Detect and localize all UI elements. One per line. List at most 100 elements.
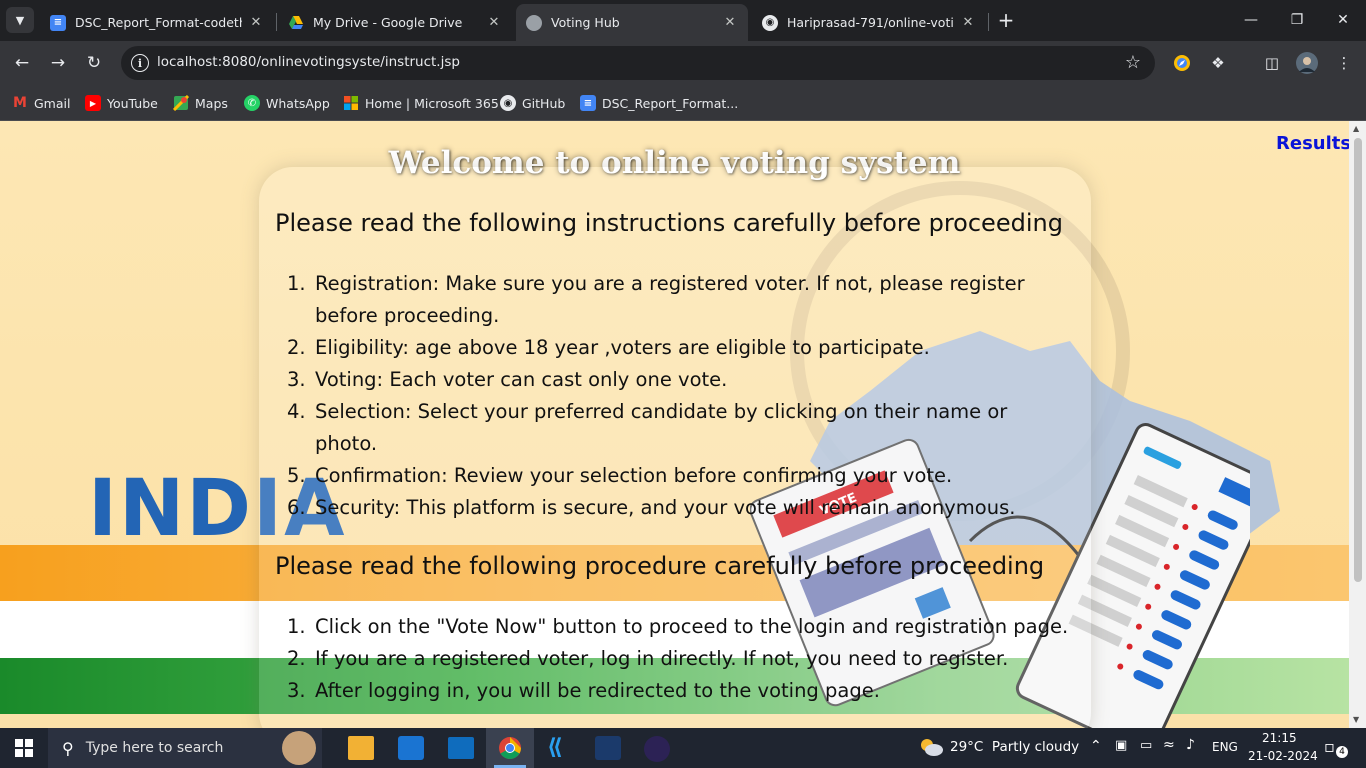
close-icon[interactable]: ✕ <box>960 15 976 31</box>
restore-button[interactable]: ❐ <box>1282 6 1312 34</box>
tab-search-button[interactable]: ▼ <box>6 7 34 33</box>
windows-icon <box>15 739 33 757</box>
list-item: 3. After logging in, you will be redirect… <box>287 679 880 702</box>
volume-icon[interactable]: ♪ <box>1186 737 1195 753</box>
taskbar-search[interactable]: ⚲ Type here to search <box>48 728 322 768</box>
bookmark-github[interactable]: ◉ GitHub <box>500 93 565 113</box>
instructions-list: 1. Registration: Make sure you are a regi… <box>275 268 1075 524</box>
bookmark-star-icon[interactable]: ☆ <box>1125 52 1141 73</box>
extensions-puzzle-icon[interactable]: ❖ <box>1206 51 1230 75</box>
eclipse-icon[interactable] <box>644 736 670 762</box>
info-icon[interactable]: i <box>131 54 149 72</box>
list-item: 6. Security: This platform is secure, and… <box>287 496 1016 519</box>
github-icon: ◉ <box>500 95 516 111</box>
close-window-button[interactable]: ✕ <box>1328 6 1358 34</box>
scroll-up-icon[interactable]: ▲ <box>1353 124 1359 133</box>
restore-icon: ❐ <box>1290 12 1304 28</box>
url-text[interactable]: localhost:8080/onlinevotingsyste/instruc… <box>157 54 460 70</box>
reload-icon: ↻ <box>86 53 102 73</box>
clock-date[interactable]: 21-02-2024 <box>1248 749 1318 763</box>
arrow-left-icon: ← <box>14 53 30 73</box>
maps-icon <box>173 95 189 111</box>
wifi-icon[interactable]: ≈ <box>1163 737 1175 753</box>
tab-voting-hub[interactable]: Voting Hub ✕ <box>516 4 748 41</box>
mail-icon[interactable] <box>448 737 474 759</box>
plus-icon: + <box>997 8 1015 32</box>
google-drive-icon <box>288 15 304 31</box>
meet-icon[interactable]: ▣ <box>1115 738 1127 753</box>
list-item: 5. Confirmation: Review your selection be… <box>287 464 953 487</box>
list-item: 1. Click on the "Vote Now" button to proc… <box>287 615 1069 638</box>
tab-github[interactable]: ◉ Hariprasad-791/online-voting-... ✕ <box>752 4 986 41</box>
tab-drive[interactable]: My Drive - Google Drive ✕ <box>278 4 512 41</box>
notifications-button[interactable]: ▫ 4 <box>1322 736 1348 760</box>
minimize-button[interactable]: — <box>1236 6 1266 34</box>
scrollbar-thumb[interactable] <box>1354 138 1362 582</box>
search-icon: ⚲ <box>62 738 74 758</box>
tab-docs[interactable]: ≡ DSC_Report_Format-codethan... ✕ <box>40 4 274 41</box>
reload-button[interactable]: ↻ <box>80 49 108 77</box>
chrome-taskbar-button[interactable] <box>486 728 534 768</box>
browser-toolbar: ← → ↻ i localhost:8080/onlinevotingsyste… <box>0 41 1366 85</box>
extension-compass-icon[interactable] <box>1170 51 1194 75</box>
weather-icon[interactable] <box>918 736 944 758</box>
close-icon[interactable]: ✕ <box>248 15 264 31</box>
bookmarks-bar: M Gmail ▶ YouTube Maps ✆ WhatsApp Home |… <box>0 85 1366 121</box>
close-icon: ✕ <box>1337 12 1349 28</box>
back-button[interactable]: ← <box>8 49 36 77</box>
scroll-down-icon[interactable]: ▼ <box>1353 715 1359 724</box>
globe-icon <box>526 14 542 31</box>
address-bar[interactable]: i localhost:8080/onlinevotingsyste/instr… <box>121 46 1155 80</box>
notification-icon: ▫ <box>1324 737 1335 756</box>
taskbar: ⚲ Type here to search ⟪ 29°C Partly clou… <box>0 728 1366 768</box>
side-panel-icon[interactable]: ◫ <box>1260 51 1284 75</box>
mysql-workbench-icon[interactable] <box>595 736 621 760</box>
instructions-card: Please read the following instructions c… <box>259 167 1091 728</box>
search-highlight-icon <box>282 731 316 765</box>
profile-avatar[interactable] <box>1295 51 1319 75</box>
gmail-icon: M <box>13 95 27 111</box>
google-docs-icon: ≡ <box>580 95 596 111</box>
minimize-icon: — <box>1244 12 1258 28</box>
list-item: 2. Eligibility: age above 18 year ,voters… <box>287 336 930 359</box>
bookmark-gmail[interactable]: M Gmail <box>12 93 70 113</box>
google-docs-icon: ≡ <box>50 14 66 31</box>
list-item: 2. If you are a registered voter, log in … <box>287 647 1009 670</box>
procedure-heading: Please read the following procedure care… <box>275 552 1045 580</box>
list-item: 4. Selection: Select your preferred candi… <box>287 400 1008 455</box>
start-button[interactable] <box>0 728 48 768</box>
chevron-down-icon: ▼ <box>15 13 25 27</box>
page-viewport: INDIA VOTE Results Welcome to online vot… <box>0 121 1349 728</box>
new-tab-button[interactable]: + <box>994 8 1018 32</box>
chevron-up-icon[interactable]: ⌃ <box>1090 738 1102 754</box>
menu-dots-icon[interactable]: ⋮ <box>1332 51 1356 75</box>
bookmark-youtube[interactable]: ▶ YouTube <box>85 93 158 113</box>
arrow-right-icon: → <box>50 53 66 73</box>
clock-time[interactable]: 21:15 <box>1262 731 1297 745</box>
instructions-heading: Please read the following instructions c… <box>275 209 1063 237</box>
youtube-icon: ▶ <box>85 95 101 111</box>
close-icon[interactable]: ✕ <box>722 15 738 31</box>
battery-icon[interactable]: ▭ <box>1140 738 1152 753</box>
forward-button[interactable]: → <box>44 49 72 77</box>
procedure-list: 1. Click on the "Vote Now" button to proc… <box>275 611 1075 707</box>
microsoft-icon <box>343 95 359 111</box>
language-indicator[interactable]: ENG <box>1212 740 1238 754</box>
weather-text[interactable]: 29°C Partly cloudy <box>950 739 1079 755</box>
page-scrollbar[interactable]: ▲ ▼ <box>1349 121 1366 728</box>
list-item: 3. Voting: Each voter can cast only one v… <box>287 368 728 391</box>
bookmark-microsoft-365[interactable]: Home | Microsoft 365 <box>343 93 499 113</box>
list-item: 1. Registration: Make sure you are a regi… <box>287 272 1025 327</box>
whatsapp-icon: ✆ <box>244 95 260 111</box>
bookmark-dsc-report[interactable]: ≡ DSC_Report_Format... <box>580 93 738 113</box>
chrome-icon <box>499 737 521 759</box>
bookmark-whatsapp[interactable]: ✆ WhatsApp <box>244 93 330 113</box>
notification-count: 4 <box>1336 746 1348 758</box>
close-icon[interactable]: ✕ <box>486 15 502 31</box>
tab-strip: ▼ ≡ DSC_Report_Format-codethan... ✕ My D… <box>0 0 1366 41</box>
file-explorer-icon[interactable] <box>348 736 374 760</box>
bookmark-maps[interactable]: Maps <box>173 93 228 113</box>
github-icon: ◉ <box>762 14 778 31</box>
vscode-icon[interactable]: ⟪ <box>547 736 571 760</box>
microsoft-store-icon[interactable] <box>398 736 424 760</box>
